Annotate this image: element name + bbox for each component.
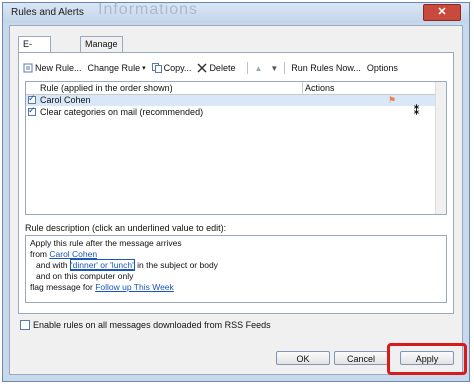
new-rule-label: New Rule... xyxy=(35,63,82,73)
description-text: in the subject or body xyxy=(134,260,218,270)
options-label: Options xyxy=(366,63,398,73)
close-button[interactable]: ✕ xyxy=(423,4,461,21)
copy-label: Copy... xyxy=(163,63,192,73)
description-text: from xyxy=(30,249,50,259)
description-line: and on this computer only xyxy=(36,271,134,281)
options-button[interactable]: Options xyxy=(367,63,398,73)
close-icon: ✕ xyxy=(437,6,447,18)
apply-highlight-box xyxy=(387,343,467,375)
change-rule-label: Change Rule xyxy=(87,63,141,73)
description-line: and with 'dinner' or 'lunch' in the subj… xyxy=(30,259,442,271)
rule-description-box: Apply this rule after the message arrive… xyxy=(25,235,447,303)
window-title: Rules and Alerts xyxy=(11,7,84,18)
column-divider xyxy=(302,82,303,94)
ok-button[interactable]: OK xyxy=(276,351,330,365)
description-line: Apply this rule after the message arrive… xyxy=(30,238,182,248)
rules-toolbar: New Rule... Change Rule ▾ Copy... Delete… xyxy=(23,61,404,75)
rules-and-alerts-dialog: Rules and Alerts Informations ✕ E-mail R… xyxy=(2,1,470,382)
cancel-label: Cancel xyxy=(346,354,375,364)
run-rules-now-button[interactable]: Run Rules Now... xyxy=(291,63,361,73)
follow-up-link[interactable]: Follow up This Week xyxy=(95,282,174,292)
rules-list-scrollbar[interactable] xyxy=(435,82,446,214)
rule-column-header[interactable]: Rule (applied in the order shown) xyxy=(40,83,173,93)
rules-list: Rule (applied in the order shown) Action… xyxy=(25,81,447,215)
rss-rules-option[interactable]: Enable rules on all messages downloaded … xyxy=(20,320,271,330)
email-rules-panel: New Rule... Change Rule ▾ Copy... Delete… xyxy=(18,52,454,314)
description-line: flag message for Follow up This Week xyxy=(30,282,442,293)
rule-description-label: Rule description (click an underlined va… xyxy=(25,223,227,233)
chevron-down-icon: ▾ xyxy=(142,65,146,72)
move-up-icon[interactable]: ▲ xyxy=(254,64,262,73)
delete-icon xyxy=(197,63,207,73)
description-text: and with xyxy=(36,260,71,270)
cancel-button[interactable]: Cancel xyxy=(334,351,388,365)
rss-checkbox[interactable] xyxy=(20,320,30,330)
delete-label: Delete xyxy=(209,63,236,73)
description-text: flag message for xyxy=(30,282,96,292)
rules-list-header: Rule (applied in the order shown) Action… xyxy=(26,82,446,95)
delete-rule-button[interactable]: Delete xyxy=(197,63,235,73)
new-rule-icon xyxy=(23,63,33,73)
move-down-icon[interactable]: ▼ xyxy=(270,64,278,73)
background-ghost-text: Informations xyxy=(98,1,199,18)
new-rule-button[interactable]: New Rule... xyxy=(23,63,82,73)
flag-icon: ⚑ xyxy=(388,95,397,105)
copy-rule-button[interactable]: Copy... xyxy=(151,63,192,73)
rule-row-carol-cohen[interactable]: Carol Cohen ⚑ xyxy=(26,93,436,106)
rule-name: Carol Cohen xyxy=(40,95,91,105)
rule-row-clear-categories[interactable]: Clear categories on mail (recommended) ⁑ xyxy=(26,105,436,118)
rss-checkbox-label: Enable rules on all messages downloaded … xyxy=(33,320,271,330)
tab-email-rules[interactable]: E-mail Rules xyxy=(18,36,51,79)
actions-column-header[interactable]: Actions xyxy=(305,83,335,93)
tab-manage-alerts[interactable]: Manage Alerts xyxy=(80,36,123,64)
clear-categories-icon: ⁑ xyxy=(414,106,419,117)
copy-icon xyxy=(151,63,162,73)
ok-label: OK xyxy=(296,354,310,364)
dialog-body: E-mail Rules Manage Alerts New Rule... C… xyxy=(9,25,463,375)
toolbar-divider xyxy=(247,62,249,74)
toolbar-divider xyxy=(284,62,286,74)
rule-name: Clear categories on mail (recommended) xyxy=(40,107,204,117)
title-bar: Rules and Alerts Informations ✕ xyxy=(3,1,469,23)
rule-enabled-checkbox[interactable] xyxy=(28,105,36,116)
rule-enabled-checkbox[interactable] xyxy=(28,93,36,104)
keywords-link[interactable]: 'dinner' or 'lunch' xyxy=(70,259,135,271)
change-rule-button[interactable]: Change Rule ▾ xyxy=(88,63,146,73)
run-rules-now-label: Run Rules Now... xyxy=(291,63,361,73)
sender-link[interactable]: Carol Cohen xyxy=(49,249,97,259)
